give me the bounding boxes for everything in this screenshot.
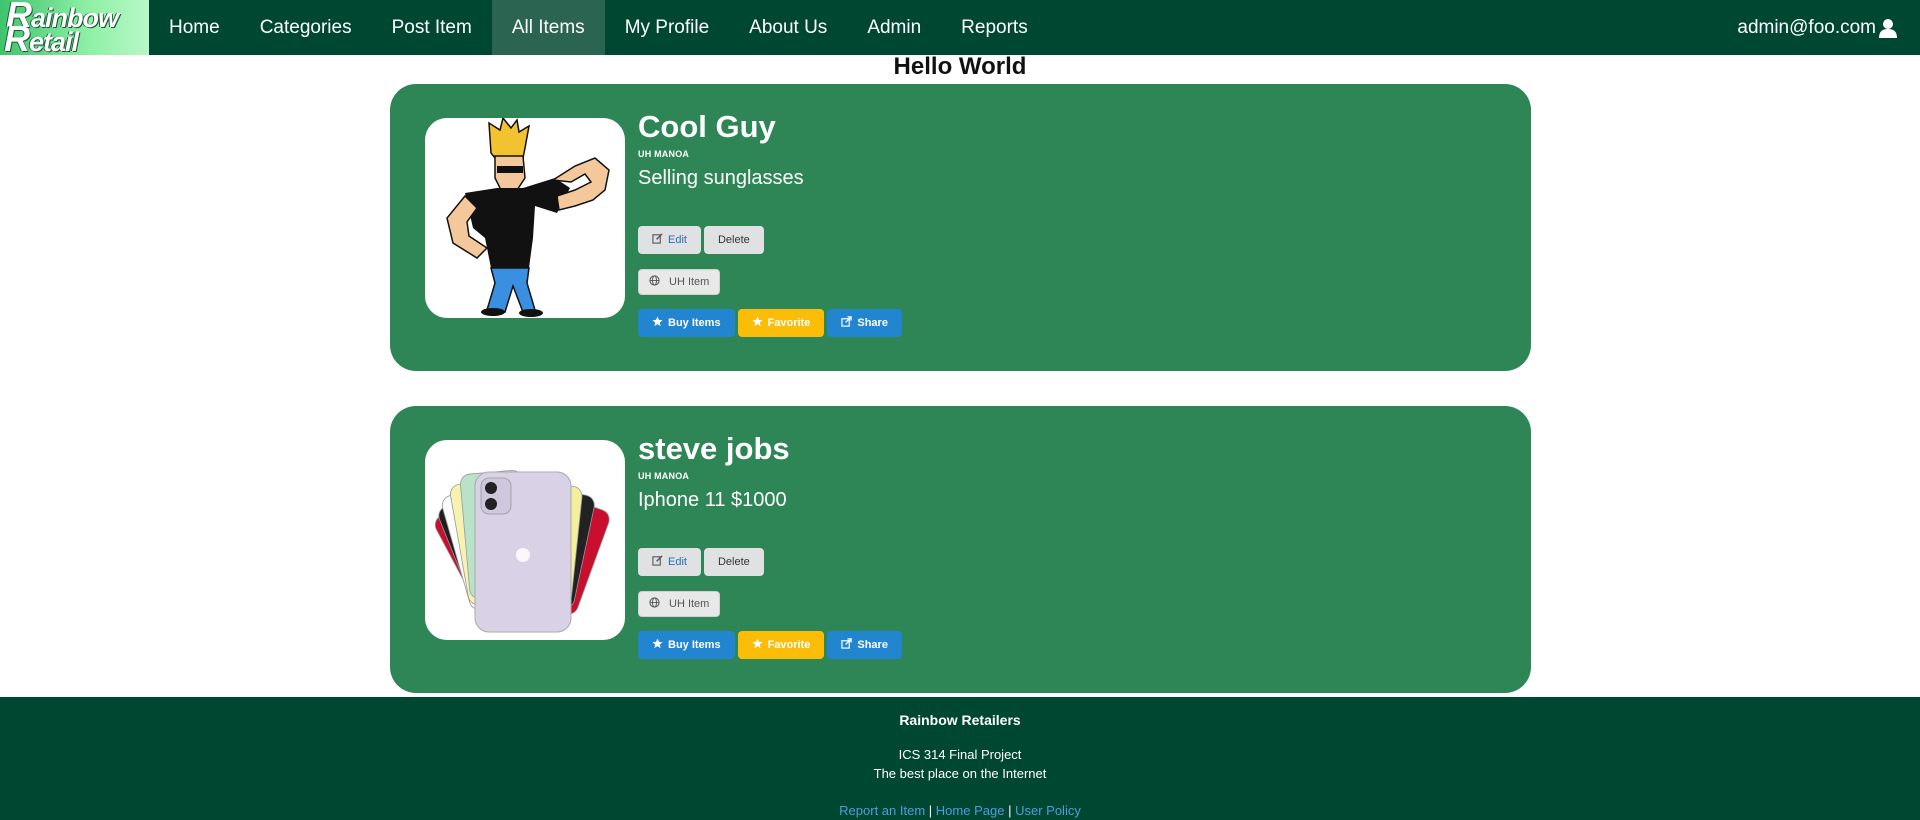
nav-item-about-us[interactable]: About Us (729, 0, 847, 55)
footer-tagline: The best place on the Internet (873, 766, 1047, 781)
share-button[interactable]: Share (827, 309, 902, 337)
item-title: Cool Guy (638, 109, 776, 144)
item-details: steve jobs UH MANOA Iphone 11 $1000 (638, 430, 790, 512)
edit-actions: Edit Delete (638, 548, 764, 576)
item-description: Selling sunglasses (638, 167, 804, 189)
delete-button[interactable]: Delete (703, 226, 764, 254)
item-actions: Buy Items Favorite Share (638, 309, 902, 337)
buy-items-button[interactable]: Buy Items (638, 309, 735, 337)
tag-row: UH Item (638, 591, 721, 617)
nav-menu: Home Categories Post Item All Items My P… (149, 0, 1048, 55)
nav-item-home[interactable]: Home (149, 0, 240, 55)
nav-item-my-profile[interactable]: My Profile (605, 0, 729, 55)
uh-item-tag[interactable]: UH Item (638, 591, 721, 617)
footer-links: Report an Item | Home Page | User Policy (0, 803, 1920, 818)
edit-button[interactable]: Edit (638, 548, 701, 576)
favorite-button[interactable]: Favorite (737, 631, 825, 659)
link-separator: | (928, 803, 933, 818)
edit-icon (652, 233, 663, 247)
item-title: steve jobs (638, 431, 790, 466)
report-item-link[interactable]: Report an Item (839, 803, 925, 818)
star-icon (752, 316, 763, 330)
item-school: UH MANOA (638, 471, 690, 481)
share-icon (841, 638, 853, 652)
nav-item-categories[interactable]: Categories (240, 0, 372, 55)
item-card: steve jobs UH MANOA Iphone 11 $1000 Edit… (390, 406, 1531, 693)
star-icon (752, 638, 763, 652)
page-title: Hello World (893, 53, 1027, 80)
footer: Rainbow Retailers ICS 314 Final Project … (0, 697, 1920, 820)
globe-icon (649, 275, 660, 289)
nav-item-post-item[interactable]: Post Item (372, 0, 492, 55)
footer-title: Rainbow Retailers (899, 712, 1021, 728)
uh-item-tag[interactable]: UH Item (638, 269, 721, 295)
cartoon-man-image (425, 118, 625, 318)
user-menu[interactable]: admin@foo.com (1737, 0, 1898, 55)
user-email: admin@foo.com (1737, 16, 1876, 38)
nav-item-all-items[interactable]: All Items (491, 0, 605, 55)
user-policy-link[interactable]: User Policy (1015, 803, 1081, 818)
delete-button[interactable]: Delete (703, 548, 764, 576)
edit-button[interactable]: Edit (638, 226, 701, 254)
edit-actions: Edit Delete (638, 226, 764, 254)
user-icon (1878, 18, 1898, 38)
tag-row: UH Item (638, 269, 721, 295)
share-button[interactable]: Share (827, 631, 902, 659)
item-description: Iphone 11 $1000 (638, 489, 787, 511)
iphone-image (425, 440, 625, 640)
footer-project-line: ICS 314 Final Project (898, 747, 1022, 762)
link-separator: | (1008, 803, 1012, 818)
globe-icon (649, 597, 660, 611)
buy-items-button[interactable]: Buy Items (638, 631, 735, 659)
favorite-button[interactable]: Favorite (737, 309, 825, 337)
nav-item-reports[interactable]: Reports (941, 0, 1048, 55)
nav-item-admin[interactable]: Admin (847, 0, 941, 55)
home-page-link[interactable]: Home Page (936, 803, 1005, 818)
item-school: UH MANOA (638, 149, 690, 159)
edit-icon (652, 555, 663, 569)
share-icon (841, 316, 853, 330)
item-actions: Buy Items Favorite Share (638, 631, 902, 659)
item-details: Cool Guy UH MANOA Selling sunglasses (638, 108, 804, 190)
rainbow-retail-logo[interactable]: Rainbow Retail (0, 0, 149, 55)
item-card: Cool Guy UH MANOA Selling sunglasses Edi… (390, 84, 1531, 371)
star-icon (652, 638, 663, 652)
star-icon (652, 316, 663, 330)
navbar: Rainbow Retail Home Categories Post Item… (0, 0, 1920, 55)
